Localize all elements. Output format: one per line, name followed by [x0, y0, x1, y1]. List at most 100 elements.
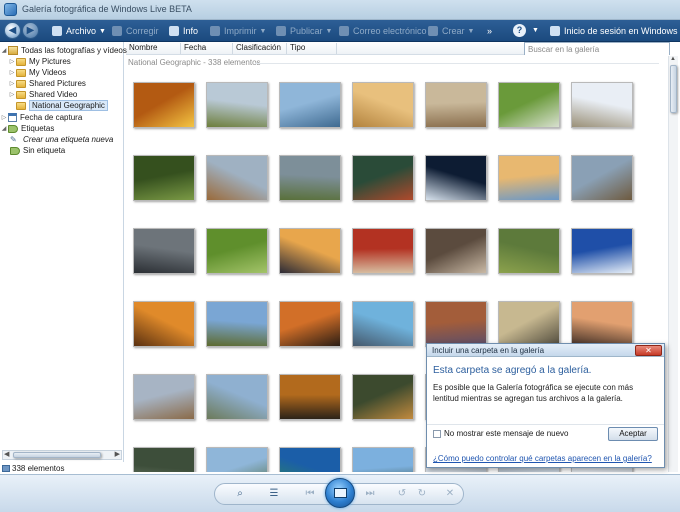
scrollbar-thumb[interactable] [13, 452, 101, 458]
search-box[interactable] [524, 42, 670, 55]
photo-thumbnail[interactable] [352, 82, 414, 128]
expand-icon[interactable]: ▷ [8, 91, 16, 98]
photo-thumbnail[interactable] [425, 82, 487, 128]
photo-thumbnail[interactable] [279, 82, 341, 128]
photo-thumbnail[interactable] [206, 155, 268, 201]
photo-thumbnail[interactable] [206, 447, 268, 472]
photo-thumbnail[interactable] [133, 228, 195, 274]
photo-thumbnail[interactable] [206, 228, 268, 274]
photo-thumbnail[interactable] [425, 228, 487, 274]
photo-thumbnail[interactable] [206, 301, 268, 347]
photo-thumbnail[interactable] [279, 447, 341, 472]
photo-thumbnail[interactable] [133, 447, 195, 472]
vertical-scrollbar[interactable]: ▲ [668, 56, 678, 472]
scroll-left-icon[interactable]: ◀ [4, 450, 9, 458]
tree-item-etiquetas[interactable]: ◢ Etiquetas [0, 123, 55, 134]
tree-item-shared-pictures[interactable]: ▷ Shared Pictures [8, 78, 86, 89]
photo-thumbnail[interactable] [571, 82, 633, 128]
tree-item-sin-etiqueta[interactable]: Sin etiqueta [10, 145, 65, 156]
help-caret-icon[interactable]: ▼ [532, 27, 539, 34]
help-icon[interactable]: ? [513, 24, 526, 37]
collapse-icon[interactable]: ◢ [0, 125, 8, 132]
details-view-icon[interactable]: ☰ [266, 487, 282, 501]
photo-thumbnail[interactable] [279, 301, 341, 347]
photo-thumbnail[interactable] [498, 82, 560, 128]
expand-icon[interactable]: ▷ [8, 58, 16, 65]
photo-thumbnail[interactable] [352, 155, 414, 201]
info-icon [169, 26, 179, 36]
column-tipo[interactable]: Tipo [286, 43, 336, 54]
signin-button[interactable]: Inicio de sesión en Windows Live [550, 24, 680, 38]
photo-thumbnail[interactable] [352, 301, 414, 347]
photo-thumbnail[interactable] [352, 447, 414, 472]
photo-thumbnail[interactable] [571, 155, 633, 201]
expand-icon[interactable]: ▷ [8, 69, 16, 76]
tag-icon [8, 124, 18, 133]
rotate-right-icon[interactable]: ↻ [414, 487, 430, 501]
scroll-right-icon[interactable]: ▶ [115, 450, 120, 458]
dont-show-again-checkbox[interactable]: No mostrar este mensaje de nuevo [433, 429, 569, 438]
photo-thumbnail[interactable] [571, 301, 633, 347]
scroll-up-icon[interactable]: ▲ [670, 56, 676, 62]
create-icon [428, 26, 438, 36]
tree-item-fecha-captura[interactable]: ▷ Fecha de captura [0, 112, 82, 123]
photo-thumbnail[interactable] [279, 155, 341, 201]
rotate-left-icon[interactable]: ↺ [394, 487, 410, 501]
help-link[interactable]: ¿Cómo puedo controlar qué carpetas apare… [433, 454, 652, 463]
publish-icon [276, 26, 286, 36]
expand-icon[interactable]: ▷ [0, 114, 8, 121]
photo-thumbnail[interactable] [571, 228, 633, 274]
back-arrow-icon[interactable]: ◀ [4, 22, 21, 39]
next-icon[interactable]: ⏭ [362, 487, 378, 501]
delete-icon[interactable]: ✕ [442, 487, 458, 501]
info-button[interactable]: Info [169, 24, 198, 38]
column-headers: Nombre Fecha Clasificación Tipo [126, 42, 524, 55]
photo-thumbnail[interactable] [352, 228, 414, 274]
column-fecha[interactable]: Fecha [180, 43, 232, 54]
scrollbar-thumb[interactable] [670, 65, 677, 113]
photo-thumbnail[interactable] [133, 82, 195, 128]
photo-thumbnail[interactable] [352, 374, 414, 420]
horizontal-scrollbar[interactable]: ◀ ▶ [2, 450, 122, 460]
tree-item-my-videos[interactable]: ▷ My Videos [8, 67, 67, 78]
title-bar: Galería fotográfica de Windows Live BETA [0, 0, 680, 20]
photo-thumbnail[interactable] [206, 82, 268, 128]
slideshow-button[interactable] [325, 478, 355, 508]
tree-item-national-geographic[interactable]: National Geographic [8, 100, 108, 111]
accept-button[interactable]: Aceptar [608, 427, 658, 441]
search-input[interactable] [525, 44, 669, 55]
photo-thumbnail[interactable] [133, 374, 195, 420]
correo-button[interactable]: Correo electrónico [339, 24, 427, 38]
photo-thumbnail[interactable] [425, 155, 487, 201]
tree-item-my-pictures[interactable]: ▷ My Pictures [8, 56, 71, 67]
photo-thumbnail[interactable] [498, 301, 560, 347]
checkbox-icon[interactable] [433, 429, 441, 438]
zoom-icon[interactable]: ⌕ [230, 487, 250, 501]
previous-icon[interactable]: ⏮ [302, 487, 318, 501]
column-clasificacion[interactable]: Clasificación [232, 43, 286, 54]
photo-thumbnail[interactable] [498, 155, 560, 201]
photo-thumbnail[interactable] [425, 301, 487, 347]
crear-menu[interactable]: Crear ▼ [428, 24, 474, 38]
imprimir-menu[interactable]: Imprimir ▼ [210, 24, 266, 38]
email-icon [339, 26, 349, 36]
photo-thumbnail[interactable] [206, 374, 268, 420]
tree-item-shared-video[interactable]: ▷ Shared Video [8, 89, 78, 100]
photo-thumbnail[interactable] [133, 301, 195, 347]
corregir-button[interactable]: Corregir [112, 24, 159, 38]
archivo-menu[interactable]: Archivo ▼ [52, 24, 106, 38]
tree-item-all-photos[interactable]: ◢ Todas las fotografías y vídeos [0, 45, 127, 56]
publicar-menu[interactable]: Publicar ▼ [276, 24, 332, 38]
column-nombre[interactable]: Nombre [126, 43, 180, 54]
forward-arrow-icon[interactable]: ▶ [22, 22, 39, 39]
collapse-icon[interactable]: ◢ [0, 47, 8, 54]
more-button[interactable]: » [487, 24, 492, 38]
expand-icon[interactable]: ▷ [8, 80, 16, 87]
photo-thumbnail[interactable] [279, 228, 341, 274]
photo-thumbnail[interactable] [498, 228, 560, 274]
photo-thumbnail[interactable] [133, 155, 195, 201]
folder-icon [16, 79, 26, 88]
photo-thumbnail[interactable] [279, 374, 341, 420]
tree-item-crear-etiqueta[interactable]: ✎ Crear una etiqueta nueva [10, 134, 113, 145]
close-icon[interactable]: ✕ [635, 345, 662, 356]
